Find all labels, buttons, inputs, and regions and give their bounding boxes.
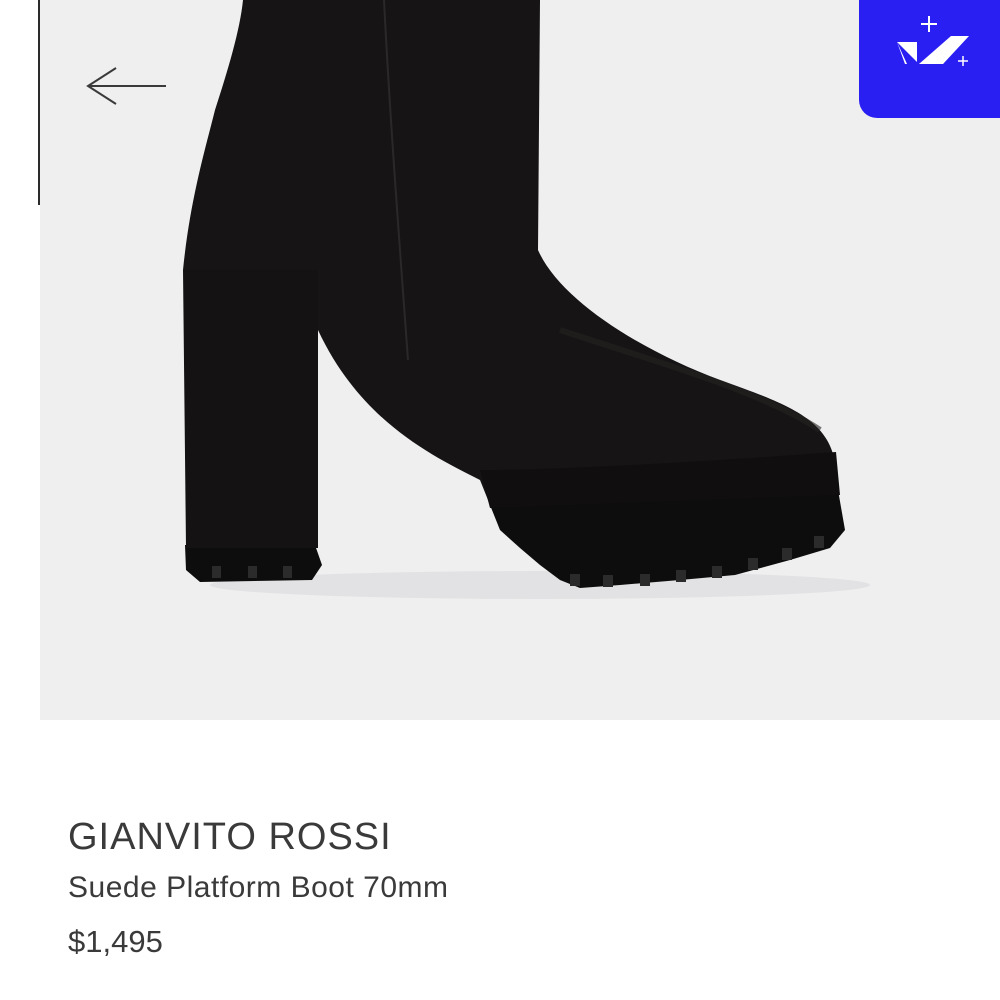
boot-image bbox=[183, 0, 870, 599]
product-image[interactable] bbox=[40, 0, 1000, 720]
left-edge bbox=[0, 0, 40, 720]
product-page: GIANVITO ROSSI Suede Platform Boot 70mm … bbox=[0, 0, 1000, 1000]
checkmark-sparkle-icon bbox=[897, 16, 969, 66]
product-info: GIANVITO ROSSI Suede Platform Boot 70mm … bbox=[68, 812, 449, 964]
save-badge-button[interactable] bbox=[859, 0, 1000, 118]
arrow-left-icon bbox=[86, 67, 166, 105]
product-price: $1,495 bbox=[68, 924, 163, 959]
back-button[interactable] bbox=[82, 62, 172, 112]
brand-name[interactable]: GIANVITO ROSSI bbox=[68, 812, 449, 862]
product-name[interactable]: Suede Platform Boot 70mm bbox=[68, 866, 449, 910]
